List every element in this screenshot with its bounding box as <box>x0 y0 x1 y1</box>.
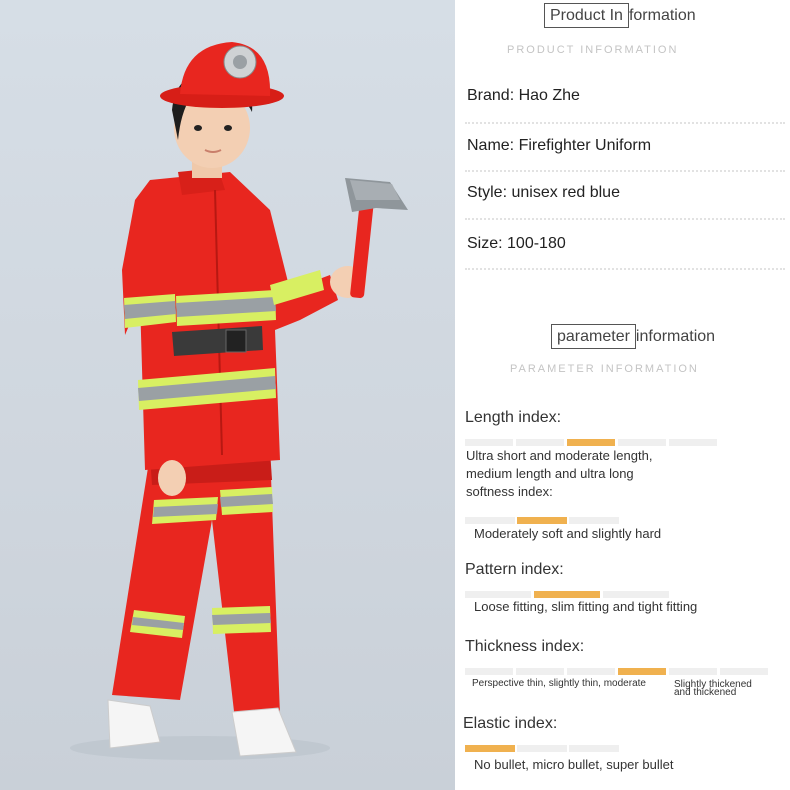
index-segment <box>720 668 768 675</box>
length-index-desc-1: Ultra short and moderate length, <box>466 448 653 463</box>
parameter-info-heading-rest: information <box>635 328 716 345</box>
pattern-index-desc: Loose fitting, slim fitting and tight fi… <box>474 599 698 614</box>
elastic-index-label: Elastic index: <box>463 715 558 732</box>
thickness-index-label: Thickness index: <box>465 638 585 655</box>
index-segment <box>465 668 513 675</box>
size-line: Size: 100-180 <box>467 235 566 252</box>
length-index-desc-2: medium length and ultra long <box>466 466 634 481</box>
length-index-label: Length index: <box>465 409 562 426</box>
pattern-index-label: Pattern index: <box>465 561 564 578</box>
index-segment <box>669 668 717 675</box>
index-segment-active <box>465 745 515 752</box>
thickness-index-desc-left: Perspective thin, slightly thin, moderat… <box>472 678 646 689</box>
index-segment <box>465 517 515 524</box>
divider <box>465 170 785 172</box>
index-segment-active <box>517 517 567 524</box>
length-index-bar <box>465 439 721 446</box>
index-segment-active <box>534 591 600 598</box>
pattern-index-bar <box>465 591 669 598</box>
product-info-heading: Product In formation <box>544 3 696 28</box>
index-segment <box>516 668 564 675</box>
index-segment <box>669 439 717 446</box>
style-line: Style: unisex red blue <box>467 184 620 201</box>
divider <box>465 268 785 270</box>
info-panel: Product In formation PRODUCT INFORMATION … <box>455 0 790 790</box>
index-segment-active <box>567 439 615 446</box>
divider <box>465 122 785 124</box>
firefighter-costume-illustration <box>70 42 408 760</box>
parameter-info-heading: parameter information <box>551 324 716 349</box>
parameter-info-heading-boxed: parameter <box>551 324 636 349</box>
index-segment <box>567 668 615 675</box>
softness-index-desc: Moderately soft and slightly hard <box>474 526 662 541</box>
product-photo <box>0 0 455 790</box>
index-segment <box>516 439 564 446</box>
index-segment <box>465 591 531 598</box>
index-segment <box>569 745 619 752</box>
divider <box>465 218 785 220</box>
product-info-heading-boxed: Product In <box>544 3 629 28</box>
index-segment <box>517 745 567 752</box>
name-line: Name: Firefighter Uniform <box>467 137 652 154</box>
softness-index-label: softness index: <box>466 484 553 499</box>
thickness-index-desc-right-2: and thickened <box>674 687 737 698</box>
index-segment <box>603 591 669 598</box>
index-segment <box>465 439 513 446</box>
product-info-heading-rest: formation <box>628 7 696 24</box>
index-segment-active <box>618 668 666 675</box>
index-segment <box>618 439 666 446</box>
product-info-subheading: PRODUCT INFORMATION <box>507 44 679 56</box>
softness-index-bar <box>465 517 619 524</box>
elastic-index-bar <box>465 745 619 752</box>
index-segment <box>569 517 619 524</box>
elastic-index-desc: No bullet, micro bullet, super bullet <box>474 757 674 772</box>
parameter-info-subheading: PARAMETER INFORMATION <box>510 363 699 375</box>
thickness-index-bar <box>465 668 768 675</box>
brand-line: Brand: Hao Zhe <box>467 87 580 104</box>
